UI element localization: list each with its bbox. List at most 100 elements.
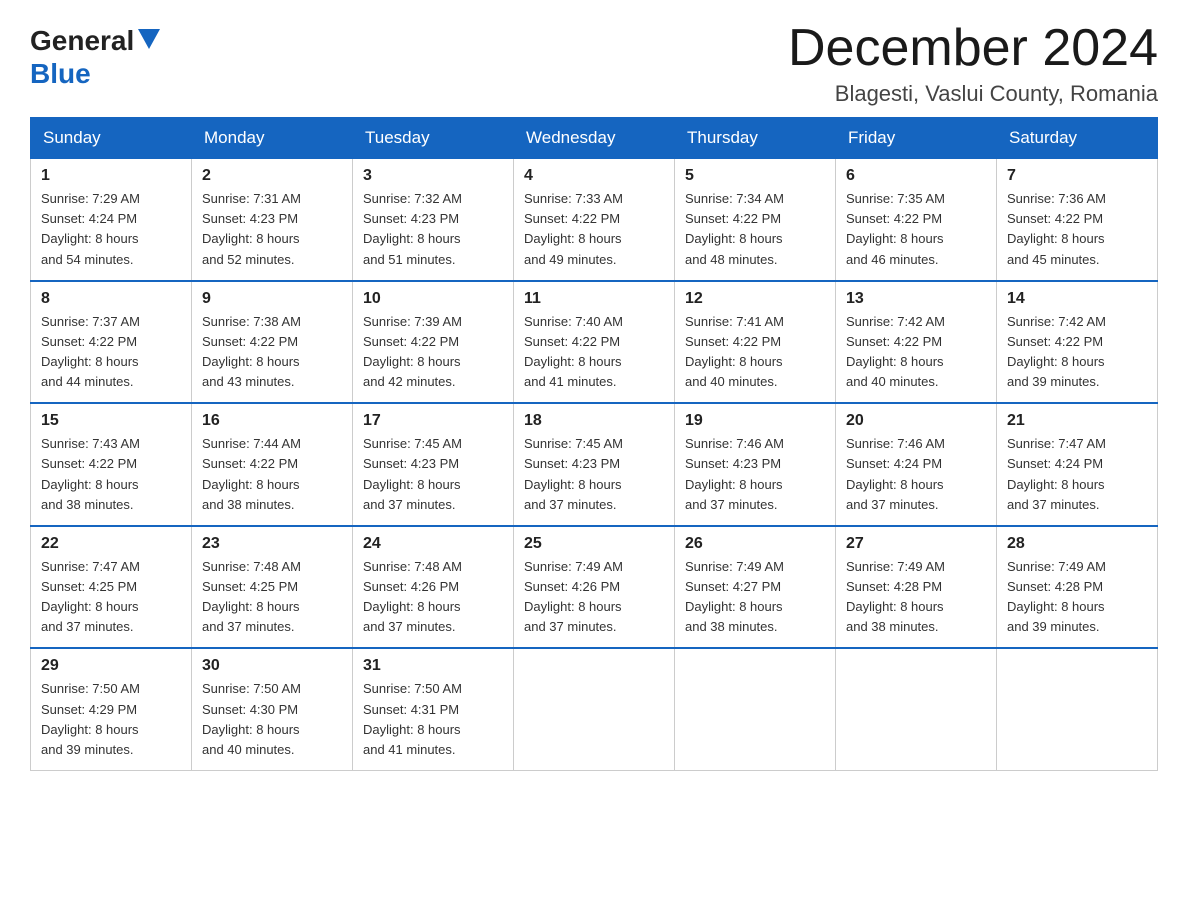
logo: General Blue: [30, 20, 160, 90]
day-info: Sunrise: 7:44 AMSunset: 4:22 PMDaylight:…: [202, 434, 342, 515]
calendar-cell: [675, 648, 836, 770]
header-tuesday: Tuesday: [353, 118, 514, 159]
page-header: General Blue December 2024 Blagesti, Vas…: [30, 20, 1158, 107]
calendar-cell: 16 Sunrise: 7:44 AMSunset: 4:22 PMDayligh…: [192, 403, 353, 526]
day-number: 28: [1007, 535, 1147, 553]
calendar-cell: 23Sunrise: 7:48 AMSunset: 4:25 PMDayligh…: [192, 526, 353, 649]
day-number: 1: [41, 167, 181, 185]
day-number: 6: [846, 167, 986, 185]
day-info: Sunrise: 7:47 AMSunset: 4:25 PMDaylight:…: [41, 557, 181, 638]
calendar-cell: 6Sunrise: 7:35 AMSunset: 4:22 PMDaylight…: [836, 159, 997, 281]
day-number: 31: [363, 657, 503, 675]
calendar-cell: 28 Sunrise: 7:49 AMSunset: 4:28 PMDayligh…: [997, 526, 1158, 649]
calendar-cell: 15Sunrise: 7:43 AMSunset: 4:22 PMDayligh…: [31, 403, 192, 526]
header-thursday: Thursday: [675, 118, 836, 159]
logo-line2: Blue: [30, 58, 91, 90]
day-info: Sunrise: 7:45 AMSunset: 4:23 PMDaylight:…: [524, 434, 664, 515]
logo-arrow-icon: [138, 29, 160, 54]
calendar-cell: 17 Sunrise: 7:45 AMSunset: 4:23 PMDayligh…: [353, 403, 514, 526]
day-number: 8: [41, 290, 181, 308]
day-info: Sunrise: 7:40 AMSunset: 4:22 PMDaylight:…: [524, 312, 664, 393]
day-number: 21: [1007, 412, 1147, 430]
day-number: 29: [41, 657, 181, 675]
day-info: Sunrise: 7:50 AMSunset: 4:29 PMDaylight:…: [41, 679, 181, 760]
logo-blue-text: Blue: [30, 58, 91, 89]
day-info: Sunrise: 7:34 AMSunset: 4:22 PMDaylight:…: [685, 189, 825, 270]
day-info: Sunrise: 7:38 AMSunset: 4:22 PMDaylight:…: [202, 312, 342, 393]
day-info: Sunrise: 7:42 AMSunset: 4:22 PMDaylight:…: [846, 312, 986, 393]
day-info: Sunrise: 7:47 AMSunset: 4:24 PMDaylight:…: [1007, 434, 1147, 515]
day-number: 27: [846, 535, 986, 553]
day-number: 24: [363, 535, 503, 553]
day-info: Sunrise: 7:31 AMSunset: 4:23 PMDaylight:…: [202, 189, 342, 270]
calendar-week-4: 22 Sunrise: 7:47 AMSunset: 4:25 PMDayligh…: [31, 526, 1158, 649]
day-number: 10: [363, 290, 503, 308]
calendar-cell: 4 Sunrise: 7:33 AMSunset: 4:22 PMDaylight…: [514, 159, 675, 281]
location-title: Blagesti, Vaslui County, Romania: [788, 81, 1158, 107]
title-block: December 2024 Blagesti, Vaslui County, R…: [788, 20, 1158, 107]
day-number: 2: [202, 167, 342, 185]
day-number: 16: [202, 412, 342, 430]
calendar-cell: 7 Sunrise: 7:36 AMSunset: 4:22 PMDaylight…: [997, 159, 1158, 281]
day-info: Sunrise: 7:37 AMSunset: 4:22 PMDaylight:…: [41, 312, 181, 393]
calendar-cell: 29 Sunrise: 7:50 AMSunset: 4:29 PMDayligh…: [31, 648, 192, 770]
calendar-cell: 25 Sunrise: 7:49 AMSunset: 4:26 PMDayligh…: [514, 526, 675, 649]
day-info: Sunrise: 7:48 AMSunset: 4:26 PMDaylight:…: [363, 557, 503, 638]
day-number: 23: [202, 535, 342, 553]
day-number: 20: [846, 412, 986, 430]
day-info: Sunrise: 7:39 AMSunset: 4:22 PMDaylight:…: [363, 312, 503, 393]
calendar-cell: 9Sunrise: 7:38 AMSunset: 4:22 PMDaylight…: [192, 281, 353, 404]
calendar-cell: 21 Sunrise: 7:47 AMSunset: 4:24 PMDayligh…: [997, 403, 1158, 526]
day-number: 25: [524, 535, 664, 553]
header-saturday: Saturday: [997, 118, 1158, 159]
calendar-week-1: 1 Sunrise: 7:29 AMSunset: 4:24 PMDaylight…: [31, 159, 1158, 281]
calendar-week-3: 15Sunrise: 7:43 AMSunset: 4:22 PMDayligh…: [31, 403, 1158, 526]
calendar-cell: 13 Sunrise: 7:42 AMSunset: 4:22 PMDayligh…: [836, 281, 997, 404]
day-info: Sunrise: 7:43 AMSunset: 4:22 PMDaylight:…: [41, 434, 181, 515]
calendar-cell: [997, 648, 1158, 770]
day-info: Sunrise: 7:36 AMSunset: 4:22 PMDaylight:…: [1007, 189, 1147, 270]
calendar-cell: 26 Sunrise: 7:49 AMSunset: 4:27 PMDayligh…: [675, 526, 836, 649]
day-number: 3: [363, 167, 503, 185]
day-number: 7: [1007, 167, 1147, 185]
calendar-week-5: 29 Sunrise: 7:50 AMSunset: 4:29 PMDayligh…: [31, 648, 1158, 770]
calendar-table: SundayMondayTuesdayWednesdayThursdayFrid…: [30, 117, 1158, 771]
calendar-cell: 30Sunrise: 7:50 AMSunset: 4:30 PMDayligh…: [192, 648, 353, 770]
day-number: 13: [846, 290, 986, 308]
day-info: Sunrise: 7:49 AMSunset: 4:26 PMDaylight:…: [524, 557, 664, 638]
day-number: 17: [363, 412, 503, 430]
day-number: 22: [41, 535, 181, 553]
day-info: Sunrise: 7:42 AMSunset: 4:22 PMDaylight:…: [1007, 312, 1147, 393]
calendar-cell: 11Sunrise: 7:40 AMSunset: 4:22 PMDayligh…: [514, 281, 675, 404]
day-number: 14: [1007, 290, 1147, 308]
calendar-cell: 1 Sunrise: 7:29 AMSunset: 4:24 PMDaylight…: [31, 159, 192, 281]
calendar-cell: 8 Sunrise: 7:37 AMSunset: 4:22 PMDaylight…: [31, 281, 192, 404]
header-wednesday: Wednesday: [514, 118, 675, 159]
calendar-cell: 22 Sunrise: 7:47 AMSunset: 4:25 PMDayligh…: [31, 526, 192, 649]
calendar-cell: 18Sunrise: 7:45 AMSunset: 4:23 PMDayligh…: [514, 403, 675, 526]
day-info: Sunrise: 7:32 AMSunset: 4:23 PMDaylight:…: [363, 189, 503, 270]
day-info: Sunrise: 7:41 AMSunset: 4:22 PMDaylight:…: [685, 312, 825, 393]
calendar-cell: 27 Sunrise: 7:49 AMSunset: 4:28 PMDayligh…: [836, 526, 997, 649]
day-info: Sunrise: 7:49 AMSunset: 4:28 PMDaylight:…: [846, 557, 986, 638]
day-info: Sunrise: 7:49 AMSunset: 4:28 PMDaylight:…: [1007, 557, 1147, 638]
day-info: Sunrise: 7:46 AMSunset: 4:23 PMDaylight:…: [685, 434, 825, 515]
calendar-cell: 12 Sunrise: 7:41 AMSunset: 4:22 PMDayligh…: [675, 281, 836, 404]
calendar-cell: 24 Sunrise: 7:48 AMSunset: 4:26 PMDayligh…: [353, 526, 514, 649]
calendar-cell: 3 Sunrise: 7:32 AMSunset: 4:23 PMDaylight…: [353, 159, 514, 281]
calendar-cell: 31Sunrise: 7:50 AMSunset: 4:31 PMDayligh…: [353, 648, 514, 770]
calendar-cell: 19Sunrise: 7:46 AMSunset: 4:23 PMDayligh…: [675, 403, 836, 526]
day-info: Sunrise: 7:49 AMSunset: 4:27 PMDaylight:…: [685, 557, 825, 638]
calendar-cell: 14 Sunrise: 7:42 AMSunset: 4:22 PMDayligh…: [997, 281, 1158, 404]
day-info: Sunrise: 7:29 AMSunset: 4:24 PMDaylight:…: [41, 189, 181, 270]
day-number: 26: [685, 535, 825, 553]
logo-general-text: General: [30, 25, 134, 56]
day-number: 4: [524, 167, 664, 185]
day-info: Sunrise: 7:45 AMSunset: 4:23 PMDaylight:…: [363, 434, 503, 515]
calendar-header-row: SundayMondayTuesdayWednesdayThursdayFrid…: [31, 118, 1158, 159]
calendar-cell: 5 Sunrise: 7:34 AMSunset: 4:22 PMDaylight…: [675, 159, 836, 281]
day-info: Sunrise: 7:33 AMSunset: 4:22 PMDaylight:…: [524, 189, 664, 270]
header-friday: Friday: [836, 118, 997, 159]
day-number: 5: [685, 167, 825, 185]
day-number: 12: [685, 290, 825, 308]
